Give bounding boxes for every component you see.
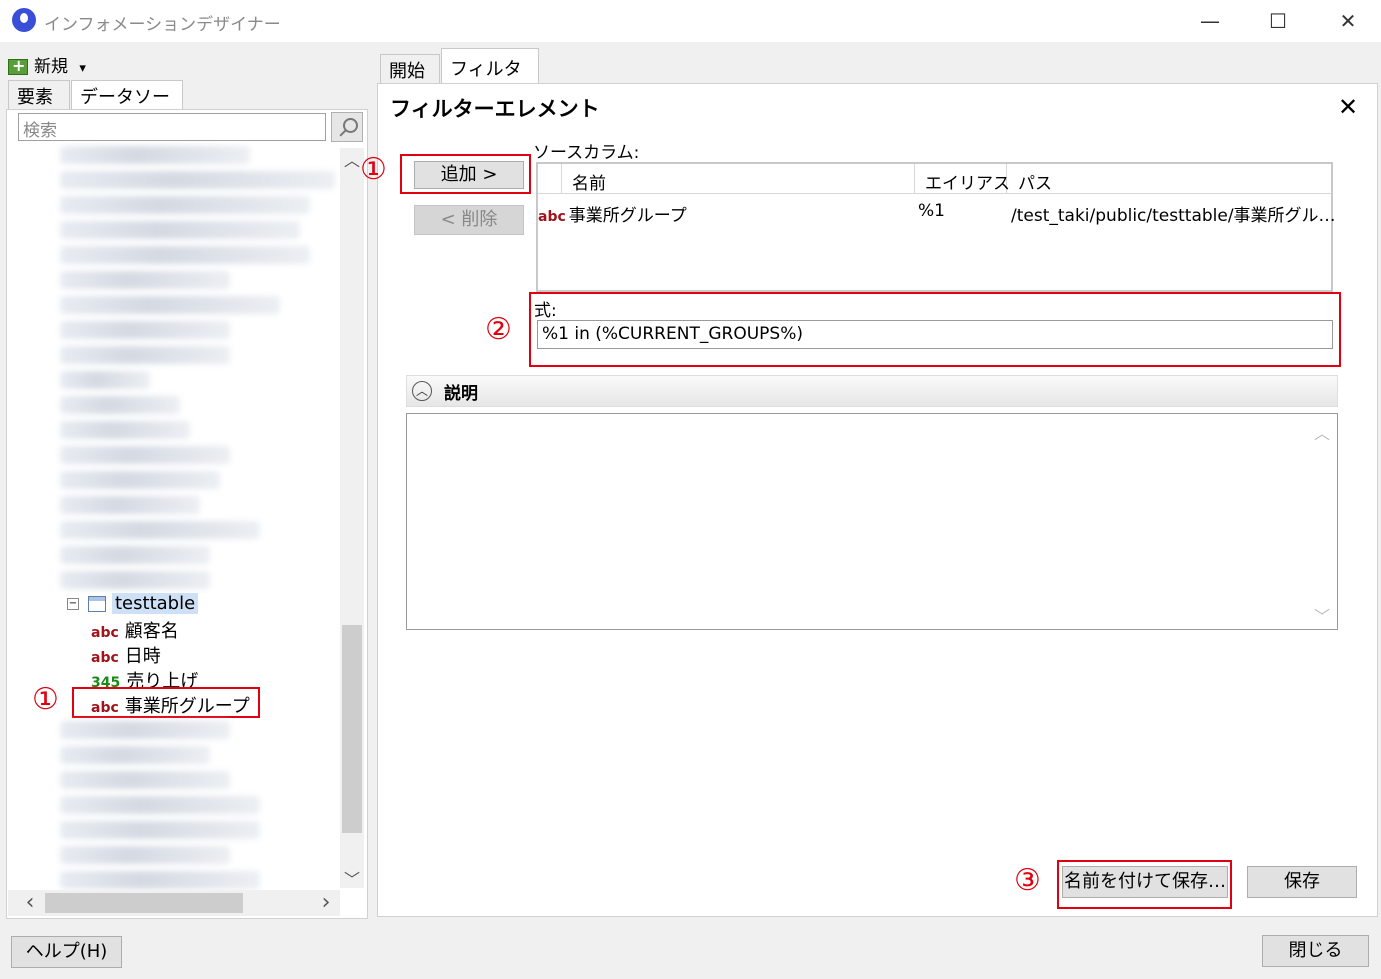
redacted-tree-item	[60, 371, 150, 389]
collapse-toggle-icon[interactable]: −	[67, 598, 79, 610]
new-item-icon	[8, 56, 28, 75]
tab-filter[interactable]: フィルター*	[441, 48, 539, 106]
column-divider	[561, 164, 562, 194]
string-type-icon: abc	[91, 650, 119, 666]
redacted-tree-item	[60, 871, 260, 889]
redacted-tree-item	[60, 496, 200, 514]
window-title: インフォメーションデザイナー	[44, 15, 281, 35]
column-name: 日時	[124, 646, 161, 667]
tree-column-node[interactable]: abc 顧客名	[91, 617, 179, 642]
app-logo-icon	[12, 8, 36, 32]
grid-header-name[interactable]: 名前	[572, 169, 606, 194]
close-button[interactable]: 閉じる	[1262, 935, 1369, 967]
annotation-marker: ②	[485, 312, 512, 347]
new-button[interactable]: 新規 ▾	[8, 52, 86, 78]
description-textarea[interactable]	[406, 413, 1338, 630]
redacted-tree-item	[60, 846, 230, 864]
window-close-button[interactable]: ✕	[1325, 6, 1371, 36]
redacted-tree-item	[60, 171, 335, 189]
redacted-tree-item	[60, 246, 310, 264]
scroll-up-icon[interactable]: ︿	[342, 147, 362, 171]
redacted-tree-item	[60, 771, 230, 789]
save-button[interactable]: 保存	[1247, 866, 1357, 898]
redacted-tree-item	[60, 146, 250, 164]
grid-header-path[interactable]: パス	[1018, 169, 1052, 194]
redacted-tree-item	[60, 221, 300, 239]
scroll-left-icon[interactable]: ‹	[20, 890, 40, 915]
redacted-tree-item	[60, 296, 280, 314]
maximize-button[interactable]: ☐	[1255, 6, 1301, 36]
scroll-down-icon[interactable]: ﹀	[1312, 603, 1332, 627]
annotation-highlight	[529, 292, 1341, 367]
tab-elements[interactable]: 要素	[8, 80, 70, 110]
tree-column-node[interactable]: abc 日時	[91, 642, 161, 667]
redacted-tree-item	[60, 471, 220, 489]
scroll-up-icon[interactable]: ︿	[1312, 420, 1332, 444]
column-name: 顧客名	[124, 621, 179, 642]
tree-hscroll-thumb[interactable]	[45, 893, 243, 913]
tab-start[interactable]: 開始	[380, 54, 440, 84]
close-icon[interactable]: ✕	[1338, 93, 1358, 121]
redacted-tree-item	[60, 746, 210, 764]
redacted-tree-item	[60, 546, 210, 564]
redacted-tree-item	[60, 796, 260, 814]
table-name: testtable	[112, 593, 199, 614]
row-name: 事業所グループ	[568, 206, 687, 226]
redacted-tree-item	[60, 521, 260, 539]
annotation-highlight	[72, 687, 260, 718]
annotation-highlight	[1057, 860, 1232, 909]
remove-button[interactable]: < 削除	[414, 205, 524, 235]
redacted-tree-item	[60, 821, 260, 839]
description-label: 説明	[444, 384, 478, 404]
redacted-tree-item	[60, 321, 230, 339]
string-type-icon: abc	[538, 209, 566, 225]
annotation-marker: ①	[32, 682, 59, 717]
redacted-tree-item	[60, 446, 230, 464]
tab-datasource[interactable]: データソース	[71, 80, 183, 134]
annotation-marker: ③	[1014, 863, 1041, 898]
table-row[interactable]: abc 事業所グループ	[538, 201, 687, 226]
tree-column-node[interactable]: 345 売り上げ	[91, 667, 198, 692]
description-header[interactable]	[406, 375, 1338, 407]
new-label: 新規	[34, 57, 68, 77]
redacted-tree-item	[60, 196, 310, 214]
collapse-icon[interactable]: ︿	[412, 381, 432, 401]
search-icon[interactable]	[331, 112, 363, 142]
source-columns-label: ソースカラム:	[533, 143, 640, 163]
table-icon	[88, 596, 106, 612]
redacted-tree-item	[60, 421, 190, 439]
row-alias: %1	[918, 201, 945, 221]
annotation-highlight	[400, 154, 531, 194]
column-divider	[914, 164, 915, 194]
search-input[interactable]: 検索	[18, 113, 326, 141]
string-type-icon: abc	[91, 625, 119, 641]
redacted-tree-item	[60, 271, 230, 289]
scroll-down-icon[interactable]: ﹀	[342, 866, 362, 890]
dropdown-arrow-icon: ▾	[79, 61, 86, 76]
grid-header-alias[interactable]: エイリアス	[925, 169, 1010, 194]
page-title: フィルターエレメント	[390, 97, 600, 121]
redacted-tree-item	[60, 721, 230, 739]
tree-scroll-thumb[interactable]	[342, 625, 362, 833]
redacted-tree-item	[60, 396, 180, 414]
row-path: /test_taki/public/testtable/事業所グル…	[1011, 206, 1336, 226]
scroll-right-icon[interactable]: ›	[316, 890, 336, 915]
tree-table-node[interactable]: testtable	[88, 593, 199, 615]
annotation-marker: ①	[360, 152, 387, 187]
minimize-button[interactable]: —	[1187, 6, 1233, 36]
redacted-tree-item	[60, 571, 210, 589]
help-button[interactable]: ヘルプ(H)	[11, 936, 122, 968]
redacted-tree-item	[60, 346, 230, 364]
